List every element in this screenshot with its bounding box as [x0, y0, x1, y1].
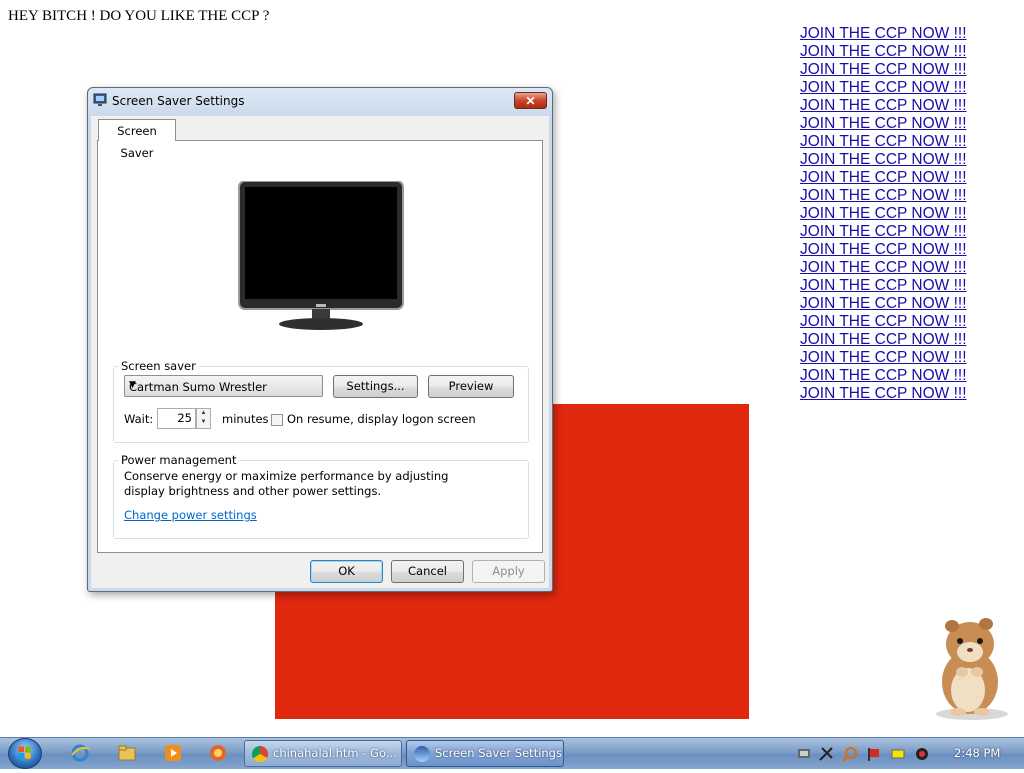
tab-screen-saver[interactable]: Screen Saver: [98, 119, 176, 160]
media-player-icon[interactable]: [163, 743, 183, 763]
tray-volume-icon[interactable]: [914, 746, 930, 762]
tray-flag-icon[interactable]: [866, 746, 882, 762]
join-ccp-link[interactable]: JOIN THE CCP NOW !!!: [800, 25, 1000, 43]
resume-logon-label[interactable]: On resume, display logon screen: [287, 412, 476, 426]
close-icon: ✕: [525, 94, 536, 108]
monitor-preview-icon: [238, 181, 404, 330]
screen-saver-select[interactable]: Cartman Sumo Wrestler ▼: [124, 375, 323, 397]
taskbar-button-label: chinahalal.htm - Go...: [273, 746, 397, 760]
change-power-settings-link[interactable]: Change power settings: [124, 508, 257, 522]
ok-button[interactable]: OK: [310, 560, 383, 583]
join-ccp-link[interactable]: JOIN THE CCP NOW !!!: [800, 349, 1000, 367]
join-ccp-link[interactable]: JOIN THE CCP NOW !!!: [800, 61, 1000, 79]
ie-icon[interactable]: [70, 743, 90, 763]
settings-button[interactable]: Settings...: [333, 375, 418, 398]
screensaver-icon: [414, 746, 430, 762]
join-ccp-link[interactable]: JOIN THE CCP NOW !!!: [800, 97, 1000, 115]
dialog-title-bar[interactable]: Screen Saver Settings ✕: [88, 88, 552, 114]
folder-icon[interactable]: [117, 743, 137, 763]
spin-down-icon[interactable]: ▼: [197, 418, 210, 427]
join-ccp-link[interactable]: JOIN THE CCP NOW !!!: [800, 331, 1000, 349]
join-ccp-link[interactable]: JOIN THE CCP NOW !!!: [800, 241, 1000, 259]
resume-logon-checkbox[interactable]: [271, 414, 283, 426]
join-ccp-link[interactable]: JOIN THE CCP NOW !!!: [800, 205, 1000, 223]
screen-saver-group: Screen saver: [113, 359, 529, 443]
tray-search-icon[interactable]: [842, 746, 858, 762]
dialog-title: Screen Saver Settings: [112, 94, 245, 108]
hamster-mascot-icon: [936, 618, 1008, 720]
taskbar-button-label: Screen Saver Settings: [435, 746, 562, 760]
join-ccp-link[interactable]: JOIN THE CCP NOW !!!: [800, 169, 1000, 187]
preview-button[interactable]: Preview: [428, 375, 514, 398]
tab-panel: Screen saver Power management Cartman Su…: [97, 140, 543, 553]
tray-network-icon[interactable]: [796, 746, 812, 762]
join-ccp-link[interactable]: JOIN THE CCP NOW !!!: [800, 295, 1000, 313]
apply-button: Apply: [472, 560, 545, 583]
chevron-down-icon: ▼: [129, 380, 136, 390]
join-ccp-link[interactable]: JOIN THE CCP NOW !!!: [800, 223, 1000, 241]
power-management-legend: Power management: [121, 453, 237, 467]
join-ccp-link[interactable]: JOIN THE CCP NOW !!!: [800, 367, 1000, 385]
join-ccp-link[interactable]: JOIN THE CCP NOW !!!: [800, 79, 1000, 97]
join-ccp-link[interactable]: JOIN THE CCP NOW !!!: [800, 385, 1000, 403]
taskbar: chinahalal.htm - Go... Screen Saver Setti…: [0, 737, 1024, 769]
cancel-button[interactable]: Cancel: [391, 560, 464, 583]
screen-saver-legend: Screen saver: [121, 359, 196, 373]
wait-minutes-input[interactable]: 25: [157, 408, 196, 429]
join-ccp-link[interactable]: JOIN THE CCP NOW !!!: [800, 277, 1000, 295]
join-ccp-link[interactable]: JOIN THE CCP NOW !!!: [800, 151, 1000, 169]
taskbar-button-screen-saver[interactable]: Screen Saver Settings: [406, 740, 564, 767]
join-ccp-link[interactable]: JOIN THE CCP NOW !!!: [800, 133, 1000, 151]
join-ccp-link[interactable]: JOIN THE CCP NOW !!!: [800, 313, 1000, 331]
power-description: Conserve energy or maximize performance …: [124, 469, 449, 498]
minutes-label: minutes: [222, 412, 269, 426]
start-button[interactable]: [8, 738, 42, 769]
taskbar-button-browser[interactable]: chinahalal.htm - Go...: [244, 740, 402, 767]
dialog-client-area: Screen Saver Screen saver Power manageme…: [91, 116, 549, 588]
join-ccp-link[interactable]: JOIN THE CCP NOW !!!: [800, 259, 1000, 277]
close-button[interactable]: ✕: [514, 92, 547, 109]
chrome-icon: [252, 746, 268, 762]
join-ccp-link[interactable]: JOIN THE CCP NOW !!!: [800, 43, 1000, 61]
app-icon[interactable]: [208, 743, 228, 763]
taskbar-clock[interactable]: 2:48 PM: [954, 746, 1000, 760]
tray-message-icon[interactable]: [890, 746, 906, 762]
join-links-list: JOIN THE CCP NOW !!! JOIN THE CCP NOW !!!…: [800, 25, 1000, 403]
page-heading: HEY BITCH ! DO YOU LIKE THE CCP ?: [8, 8, 270, 24]
tray-tools-icon[interactable]: [818, 746, 834, 762]
join-ccp-link[interactable]: JOIN THE CCP NOW !!!: [800, 187, 1000, 205]
join-ccp-link[interactable]: JOIN THE CCP NOW !!!: [800, 115, 1000, 133]
windows-logo-icon: [18, 746, 31, 759]
screen-saver-dialog: Screen Saver Settings ✕ Screen Saver Scr…: [87, 87, 553, 592]
wait-label: Wait:: [124, 412, 154, 426]
spin-up-icon[interactable]: ▲: [197, 409, 210, 418]
wait-spinner[interactable]: ▲ ▼: [196, 408, 211, 429]
screensaver-window-icon: [93, 93, 107, 106]
